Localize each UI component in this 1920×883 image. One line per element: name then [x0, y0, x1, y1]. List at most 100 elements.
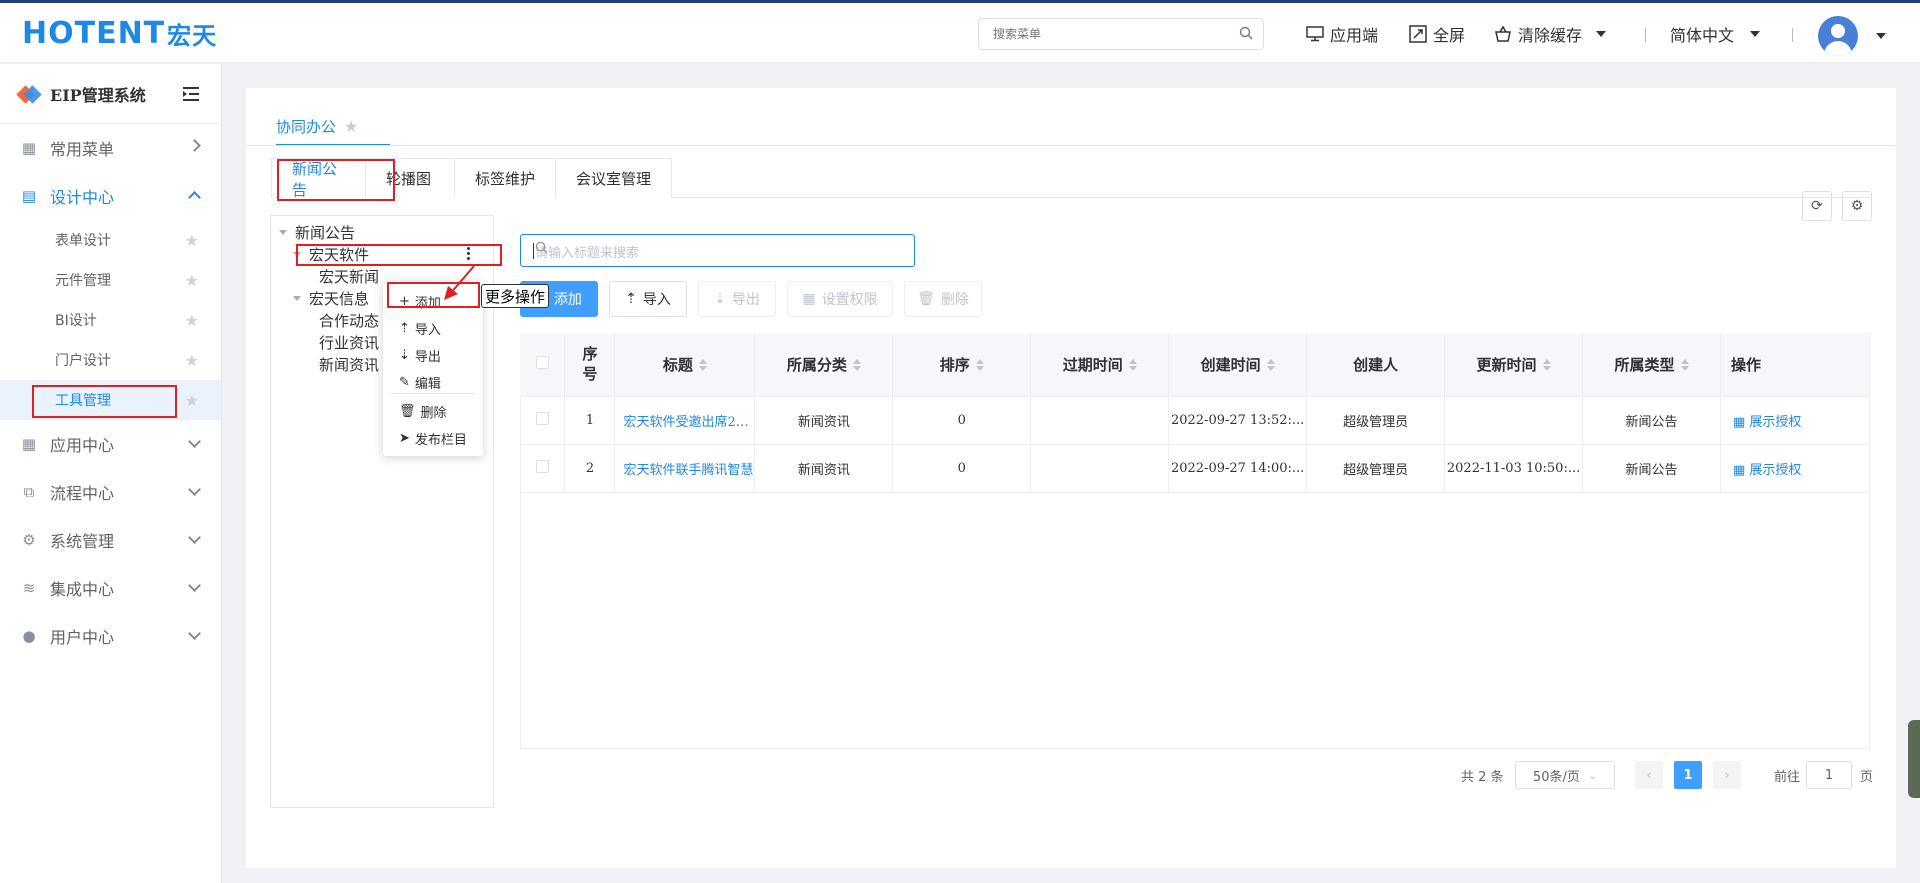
- cell-actions: ▦ 展示授权: [1720, 444, 1871, 493]
- star-icon[interactable]: ★: [185, 311, 199, 330]
- tab-title: 协同办公: [276, 117, 337, 136]
- sidebar-subitem-component[interactable]: 元件管理 ★: [0, 260, 221, 300]
- export-label: 导出: [731, 292, 760, 308]
- tree-node-hongtian-info[interactable]: 宏天信息: [293, 286, 369, 310]
- user-avatar[interactable]: [1818, 16, 1858, 56]
- menu-item-export[interactable]: ⇣ 导出: [399, 346, 441, 365]
- menu-item-label: 导入: [414, 323, 441, 338]
- col-header-expire[interactable]: 过期时间: [1030, 333, 1170, 397]
- tab-label: 会议室管理: [576, 170, 652, 188]
- sort-icon[interactable]: [1542, 359, 1551, 372]
- tab-collaboration[interactable]: 协同办公 ★: [276, 106, 358, 146]
- refresh-button[interactable]: ⟳: [1802, 191, 1832, 221]
- table-row[interactable]: 2 宏天软件联手腾讯智慧 新闻资讯 0 2022-09-27 14:00:...…: [520, 444, 1871, 493]
- cell-creator: 超级管理员: [1306, 396, 1446, 445]
- star-icon[interactable]: ★: [185, 231, 199, 250]
- cell-title-link[interactable]: 宏天软件受邀出席2022: [614, 396, 756, 445]
- menu-item-label: 发布栏目: [414, 433, 467, 448]
- language-selector[interactable]: 简体中文: [1670, 21, 1761, 47]
- sidebar-item-system-management[interactable]: ⚙ 系统管理: [0, 516, 221, 564]
- page-number-current[interactable]: 1: [1674, 761, 1702, 789]
- page-size-select[interactable]: 50条/页 ⌄: [1515, 761, 1615, 789]
- col-header-sort[interactable]: 排序: [892, 333, 1032, 397]
- tree-node-root[interactable]: 新闻公告: [279, 220, 355, 244]
- sort-icon[interactable]: [1128, 359, 1137, 372]
- delete-button[interactable]: 🗑 删除: [904, 281, 982, 317]
- star-icon[interactable]: ★: [185, 351, 199, 370]
- row-checkbox[interactable]: [520, 396, 566, 445]
- sidebar-subitem-bi-design[interactable]: BI设计 ★: [0, 300, 221, 340]
- star-icon[interactable]: ★: [344, 117, 358, 136]
- edit-icon: ✎: [399, 375, 410, 390]
- menu-item-import[interactable]: ⇡ 导入: [399, 319, 441, 338]
- grid-icon: ▦: [21, 139, 37, 157]
- sidebar-item-app-center[interactable]: ▦ 应用中心: [0, 420, 221, 468]
- caret-down-icon[interactable]: [293, 295, 301, 301]
- tab-meeting-rooms[interactable]: 会议室管理: [555, 158, 673, 198]
- search-icon[interactable]: [1239, 26, 1253, 44]
- cell-title-link[interactable]: 宏天软件联手腾讯智慧: [614, 444, 756, 493]
- show-auth-link[interactable]: 展示授权: [1749, 463, 1801, 478]
- sidebar-item-design-center[interactable]: ▤ 设计中心: [0, 172, 221, 220]
- sidebar-subitem-form-design[interactable]: 表单设计 ★: [0, 220, 221, 260]
- settings-button[interactable]: ⚙: [1842, 191, 1872, 221]
- tree-node-hongtian-news[interactable]: 宏天新闻: [319, 264, 379, 288]
- col-header-title[interactable]: 标题: [614, 333, 756, 397]
- star-icon[interactable]: ★: [185, 271, 199, 290]
- goto-label: 前往: [1774, 761, 1800, 789]
- menu-search[interactable]: [978, 18, 1264, 50]
- trash-icon: 🗑: [917, 291, 935, 307]
- brand-logo[interactable]: HOTENT 宏天: [22, 15, 217, 51]
- table-row[interactable]: 1 宏天软件受邀出席2022 新闻资讯 0 2022-09-27 13:52:.…: [520, 396, 1871, 445]
- tree-node-industry[interactable]: 行业资讯: [319, 330, 379, 354]
- chevron-down-icon: ⌄: [1587, 768, 1598, 782]
- sort-icon[interactable]: [698, 359, 707, 372]
- fullscreen-button[interactable]: 全屏: [1409, 21, 1465, 47]
- sidebar-subitem-portal-design[interactable]: 门户设计 ★: [0, 340, 221, 380]
- sort-icon[interactable]: [1680, 359, 1689, 372]
- sidebar-item-process-center[interactable]: ⧉ 流程中心: [0, 468, 221, 516]
- export-button[interactable]: ⇣ 导出: [698, 281, 776, 317]
- tree-node-cooperation[interactable]: 合作动态: [319, 308, 379, 332]
- menu-item-edit[interactable]: ✎ 编辑: [399, 373, 441, 392]
- sort-icon[interactable]: [1266, 359, 1275, 372]
- show-auth-link[interactable]: 展示授权: [1749, 415, 1801, 430]
- tab-tags[interactable]: 标签维护: [454, 158, 557, 198]
- import-button[interactable]: ⇡ 导入: [609, 281, 687, 317]
- tree-node-news-info[interactable]: 新闻资讯: [319, 352, 379, 376]
- chevron-down-icon: [1596, 31, 1607, 37]
- system-title: EIP管理系统: [0, 64, 221, 124]
- menu-item-publish[interactable]: ➤ 发布栏目: [399, 429, 467, 448]
- star-icon[interactable]: ★: [185, 391, 199, 410]
- goto-page-input[interactable]: 1: [1806, 761, 1852, 789]
- app-end-button[interactable]: 应用端: [1306, 21, 1378, 47]
- menu-search-input[interactable]: [979, 19, 1219, 49]
- avatar-chevron-icon[interactable]: [1876, 33, 1886, 39]
- collapse-menu-icon[interactable]: [183, 86, 199, 105]
- flow-icon: ⧉: [23, 483, 35, 501]
- next-page-button[interactable]: ›: [1713, 761, 1741, 789]
- prev-page-button[interactable]: ‹: [1635, 761, 1663, 789]
- header-divider: [1645, 28, 1646, 42]
- sort-icon[interactable]: [852, 359, 861, 372]
- title-search[interactable]: 请输入标题来搜索: [520, 234, 915, 267]
- sidebar-item-integration-center[interactable]: ≋ 集成中心: [0, 564, 221, 612]
- cell-created: 2022-09-27 13:52:...: [1168, 396, 1308, 445]
- main-panel: 协同办公 ★ 新闻公告 轮播图 标签维护 会议室管理 新闻公告 宏天软件 宏天新…: [246, 88, 1896, 868]
- menu-item-delete[interactable]: 🗑 删除: [399, 402, 447, 421]
- sidebar-item-common-menu[interactable]: ▦ 常用菜单: [0, 124, 221, 172]
- row-checkbox[interactable]: [520, 444, 566, 493]
- layers-icon: ≋: [22, 579, 36, 597]
- sort-icon[interactable]: [975, 359, 984, 372]
- scroll-handle[interactable]: [1908, 720, 1920, 798]
- col-header-updated[interactable]: 更新时间: [1444, 333, 1584, 397]
- select-all-checkbox[interactable]: [520, 333, 566, 397]
- sidebar-item-user-center[interactable]: ● 用户中心: [0, 612, 221, 660]
- col-header-category[interactable]: 所属分类: [754, 333, 894, 397]
- set-permissions-button[interactable]: ▦ 设置权限: [787, 281, 893, 317]
- caret-down-icon[interactable]: [279, 229, 287, 235]
- clear-cache-button[interactable]: 清除缓存: [1494, 21, 1607, 47]
- search-icon[interactable]: [535, 241, 906, 258]
- col-header-type[interactable]: 所属类型: [1582, 333, 1721, 397]
- col-header-created[interactable]: 创建时间: [1168, 333, 1308, 397]
